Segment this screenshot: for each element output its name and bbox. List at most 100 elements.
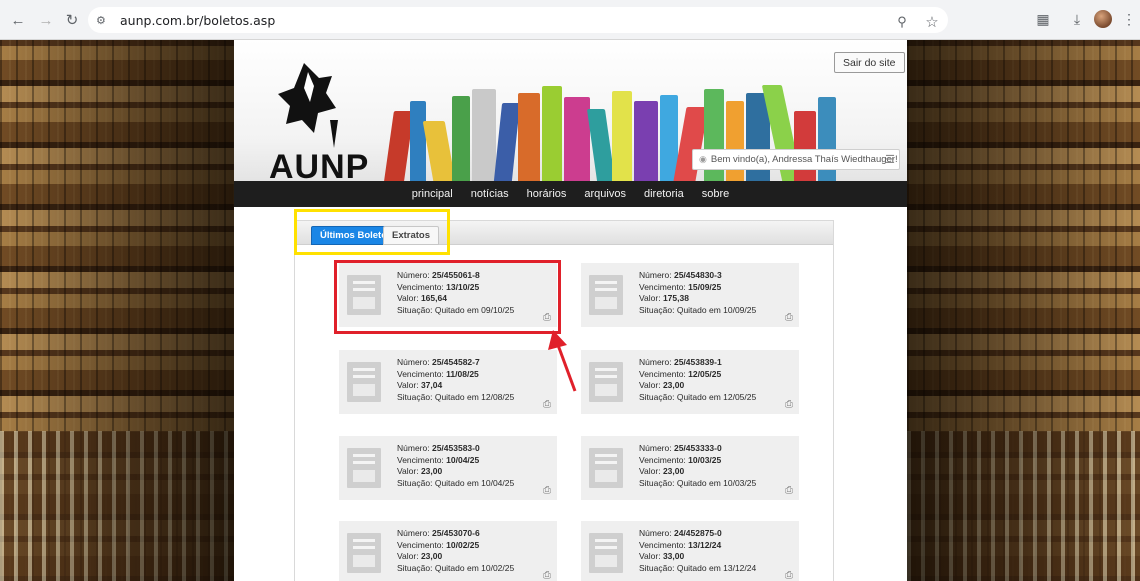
valor-label: Valor: <box>639 466 661 476</box>
more-menu-icon[interactable]: ⋮ <box>1118 8 1140 30</box>
banner-book <box>493 103 521 181</box>
banner-book <box>586 109 616 181</box>
boleto-card[interactable]: Número: 25/453070-6 Vencimento: 10/02/25 V… <box>339 521 557 581</box>
boleto-numero: 25/453333-0 <box>673 443 722 453</box>
print-icon[interactable]: ⎙ <box>785 312 793 323</box>
vencimento-label: Vencimento: <box>639 539 686 550</box>
main-nav: principal notícias horários arquivos dir… <box>234 181 907 207</box>
boleto-card[interactable]: Número: 25/453583-0 Vencimento: 10/04/25 V… <box>339 436 557 500</box>
numero-label: Número: <box>639 528 672 538</box>
boleto-vencimento: 10/02/25 <box>446 539 480 550</box>
boleto-info: Número: 25/454830-3 Vencimento: 15/09/25 V… <box>639 270 756 316</box>
boleto-document-icon <box>589 533 623 573</box>
banner-book <box>794 111 816 181</box>
boleto-document-icon <box>589 362 623 402</box>
boleto-situacao: Quitado em 10/03/25 <box>676 477 757 488</box>
situacao-label: Situação: <box>639 477 675 488</box>
boleto-info: Número: 25/453070-6 Vencimento: 10/02/25 V… <box>397 528 514 574</box>
boleto-document-icon <box>347 448 381 488</box>
nav-diretoria[interactable]: diretoria <box>644 188 684 200</box>
boleto-highlight-box <box>334 260 561 334</box>
boleto-card[interactable]: Número: 25/453839-1 Vencimento: 12/05/25 V… <box>581 350 799 414</box>
print-icon[interactable]: ⎙ <box>785 570 793 581</box>
boleto-numero: 24/452875-0 <box>673 528 722 538</box>
numero-label: Número: <box>397 528 430 538</box>
boleto-vencimento: 15/09/25 <box>688 281 722 292</box>
boleto-info: Número: 25/453333-0 Vencimento: 10/03/25 V… <box>639 443 756 489</box>
hamburger-menu-icon[interactable]: ☰ <box>885 153 895 166</box>
reload-icon[interactable]: ↻ <box>60 8 84 32</box>
boleto-numero: 25/453839-1 <box>673 357 722 367</box>
aunp-logo-icon <box>278 63 338 148</box>
print-icon[interactable]: ⎙ <box>543 570 551 581</box>
vencimento-label: Vencimento: <box>639 368 686 379</box>
boleto-vencimento: 13/12/24 <box>688 539 722 550</box>
welcome-bar[interactable]: ◉ Bem vindo(a), Andressa Thaís Wiedthaug… <box>692 149 900 170</box>
situacao-label: Situação: <box>397 562 433 573</box>
valor-label: Valor: <box>397 551 419 561</box>
boleto-card[interactable]: Número: 25/454582-7 Vencimento: 11/08/25 V… <box>339 350 557 414</box>
situacao-label: Situação: <box>639 304 675 315</box>
boleto-situacao: Quitado em 10/09/25 <box>676 304 757 315</box>
numero-label: Número: <box>639 270 672 280</box>
address-bar[interactable]: ⚙ aunp.com.br/boletos.asp ⚲ ☆ <box>88 7 948 33</box>
vencimento-label: Vencimento: <box>397 454 444 465</box>
tabs-highlight-box <box>294 209 450 255</box>
boleto-card[interactable]: Número: 25/453333-0 Vencimento: 10/03/25 V… <box>581 436 799 500</box>
boleto-situacao: Quitado em 10/02/25 <box>434 562 515 573</box>
banner-book <box>422 121 456 181</box>
boleto-info: Número: 24/452875-0 Vencimento: 13/12/24 V… <box>639 528 756 574</box>
situacao-label: Situação: <box>639 562 675 573</box>
boleto-vencimento: 11/08/25 <box>446 368 479 379</box>
banner-book <box>634 101 658 181</box>
boleto-numero: 25/453583-0 <box>431 443 480 453</box>
print-icon[interactable]: ⎙ <box>543 485 551 496</box>
library-background-right <box>907 40 1140 581</box>
logout-button[interactable]: Sair do site <box>834 52 905 73</box>
nav-principal[interactable]: principal <box>412 188 453 200</box>
banner-book <box>518 93 540 181</box>
nav-sobre[interactable]: sobre <box>702 188 730 200</box>
vencimento-label: Vencimento: <box>639 454 686 465</box>
site-settings-icon[interactable]: ⚙ <box>96 14 116 27</box>
boleto-valor: 23,00 <box>420 466 443 476</box>
print-icon[interactable]: ⎙ <box>785 399 793 410</box>
forward-icon[interactable]: → <box>34 8 58 32</box>
boleto-document-icon <box>347 362 381 402</box>
zoom-icon[interactable]: ⚲ <box>890 10 914 34</box>
boleto-valor: 33,00 <box>662 551 685 561</box>
numero-label: Número: <box>397 357 430 367</box>
numero-label: Número: <box>639 443 672 453</box>
print-icon[interactable]: ⎙ <box>543 399 551 410</box>
boleto-document-icon <box>589 275 623 315</box>
extensions-icon[interactable]: ▦ <box>1032 8 1054 30</box>
boleto-situacao: Quitado em 12/08/25 <box>434 391 515 402</box>
vencimento-label: Vencimento: <box>639 281 686 292</box>
boleto-vencimento: 12/05/25 <box>688 368 722 379</box>
situacao-label: Situação: <box>397 477 433 488</box>
library-background-left <box>0 40 234 581</box>
back-icon[interactable]: ← <box>6 8 30 32</box>
boleto-valor: 23,00 <box>662 466 685 476</box>
nav-noticias[interactable]: notícias <box>471 188 509 200</box>
boleto-document-icon <box>347 533 381 573</box>
numero-label: Número: <box>639 357 672 367</box>
boleto-valor: 23,00 <box>420 551 443 561</box>
nav-arquivos[interactable]: arquivos <box>584 188 626 200</box>
boleto-numero: 25/454582-7 <box>431 357 480 367</box>
download-icon[interactable]: ⤓ <box>1066 8 1088 30</box>
valor-label: Valor: <box>397 466 419 476</box>
situacao-label: Situação: <box>639 391 675 402</box>
profile-avatar[interactable] <box>1092 8 1114 30</box>
user-icon: ◉ <box>699 154 707 164</box>
boleto-card[interactable]: Número: 24/452875-0 Vencimento: 13/12/24 V… <box>581 521 799 581</box>
boleto-card[interactable]: Número: 25/454830-3 Vencimento: 15/09/25 V… <box>581 263 799 327</box>
situacao-label: Situação: <box>397 391 433 402</box>
print-icon[interactable]: ⎙ <box>785 485 793 496</box>
bookmark-star-icon[interactable]: ☆ <box>920 10 944 34</box>
nav-horarios[interactable]: horários <box>527 188 567 200</box>
boleto-situacao: Quitado em 13/12/24 <box>676 562 757 573</box>
banner-book <box>542 86 562 181</box>
banner-book <box>612 91 632 181</box>
boleto-info: Número: 25/453583-0 Vencimento: 10/04/25 V… <box>397 443 514 489</box>
